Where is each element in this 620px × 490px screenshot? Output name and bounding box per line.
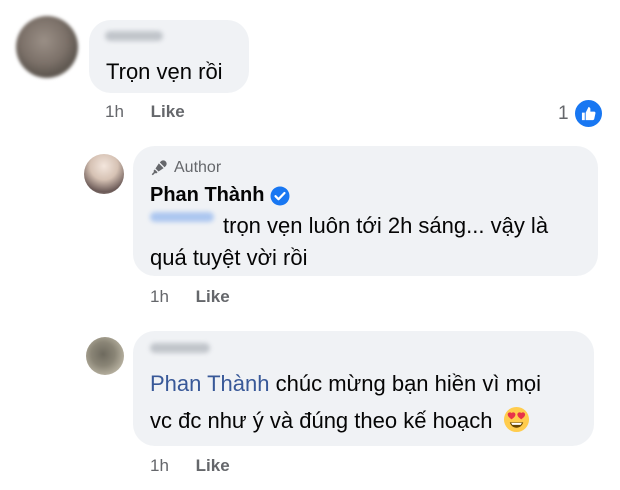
author-label: Author	[174, 159, 222, 176]
reply-text: chúc mừng bạn hiền vì mọi	[275, 371, 542, 396]
thumbs-up-icon	[572, 98, 604, 129]
like-button[interactable]: Like	[151, 102, 185, 121]
like-button[interactable]: Like	[196, 287, 230, 306]
author-name[interactable]: Phan Thành	[150, 184, 264, 207]
reply-actions: 1h Like	[150, 456, 230, 476]
heart-eyes-emoji-icon	[503, 406, 529, 433]
reply-text-line1: Phan Thành chúc mừng bạn hiền vì mọi	[150, 367, 541, 400]
mentioned-name-blurred[interactable]	[150, 212, 214, 222]
like-button[interactable]: Like	[196, 456, 230, 475]
comment-actions: 1h Like	[105, 102, 185, 122]
author-badge: Author	[150, 159, 221, 177]
reply-text: vc đc như ý và đúng theo kế hoạch	[150, 408, 493, 433]
comment-time[interactable]: 1h	[105, 102, 124, 121]
microphone-icon	[151, 160, 167, 176]
author-name-row: Phan Thành	[150, 184, 290, 207]
reply-time[interactable]: 1h	[150, 287, 169, 306]
comment-text: Trọn vẹn rồi	[106, 59, 223, 84]
reaction-summary[interactable]: 1	[558, 98, 604, 129]
mention-link[interactable]: Phan Thành	[150, 371, 269, 396]
reply-text-line1: trọn vẹn luôn tới 2h sáng... vậy là	[223, 213, 549, 238]
reply-time[interactable]: 1h	[150, 456, 169, 475]
commenter-name-blurred[interactable]	[105, 31, 163, 41]
verified-badge-icon	[270, 186, 290, 205]
commenter-avatar[interactable]	[86, 337, 124, 375]
reply-text-line2: quá tuyệt vời rồi	[150, 245, 308, 270]
reply-actions: 1h Like	[150, 287, 230, 307]
author-avatar[interactable]	[84, 154, 124, 194]
reaction-count: 1	[558, 102, 569, 124]
commenter-name-blurred[interactable]	[150, 343, 210, 353]
reply-text-line2: vc đc như ý và đúng theo kế hoạch	[150, 404, 530, 437]
commenter-avatar[interactable]	[16, 16, 78, 78]
